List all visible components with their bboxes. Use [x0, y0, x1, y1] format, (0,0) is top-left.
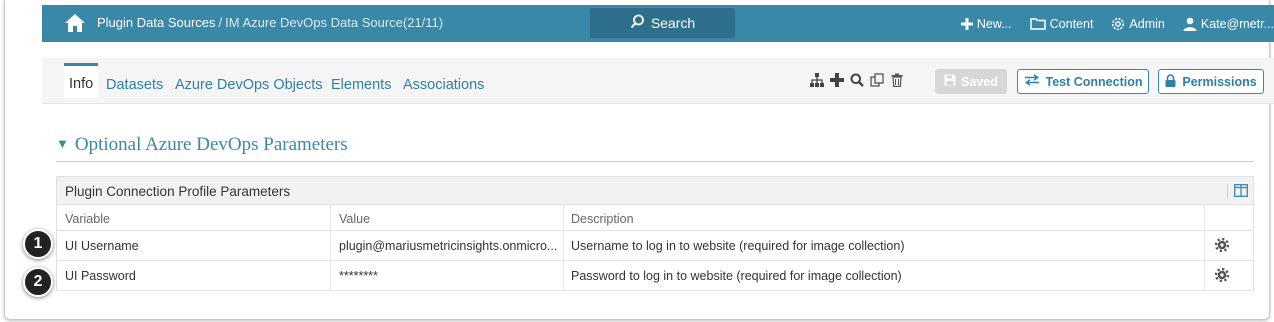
step-badge-1: 1 [23, 229, 53, 259]
search-button[interactable]: Search [590, 8, 735, 38]
section-header[interactable]: ▼ Optional Azure DevOps Parameters [56, 134, 348, 156]
permissions-button[interactable]: Permissions [1158, 69, 1264, 94]
tab-datasets[interactable]: Datasets [106, 77, 163, 93]
cell-value: plugin@mariusmetricinsights.onmicro... [339, 239, 558, 253]
breadcrumb-current: IM Azure DevOps Data Source(21/11) [225, 15, 444, 30]
table-row[interactable]: UI Password ******** Password to log in … [57, 261, 1253, 291]
cell-description: Password to log in to website (required … [571, 269, 902, 283]
admin-label: Admin [1129, 16, 1165, 31]
content-menu[interactable]: Content [1029, 16, 1094, 31]
tab-elements[interactable]: Elements [331, 77, 391, 93]
table-header: Variable Value Description [57, 205, 1253, 231]
test-connection-label: Test Connection [1045, 74, 1143, 89]
tab-azure-devops-objects[interactable]: Azure DevOps Objects [175, 77, 322, 93]
cell-value: ******** [339, 269, 378, 283]
admin-menu[interactable]: Admin [1111, 16, 1165, 31]
saved-label: Saved [961, 74, 998, 89]
search-label: Search [650, 15, 696, 31]
column-header-variable[interactable]: Variable [65, 212, 110, 226]
folder-icon [1029, 17, 1046, 30]
top-right-menu: New... Content Admin Kate@metr... [960, 5, 1274, 42]
exchange-icon [1024, 74, 1040, 89]
permissions-label: Permissions [1182, 74, 1257, 89]
test-connection-button[interactable]: Test Connection [1017, 69, 1149, 94]
cell-variable: UI Username [65, 239, 139, 253]
tab-info[interactable]: Info [64, 63, 99, 98]
hierarchy-icon[interactable] [810, 73, 824, 87]
new-menu[interactable]: New... [960, 16, 1012, 31]
section-title: Optional Azure DevOps Parameters [74, 134, 348, 155]
save-icon [944, 74, 956, 89]
column-header-description[interactable]: Description [571, 212, 634, 226]
cell-variable: UI Password [65, 269, 136, 283]
gear-icon[interactable] [1214, 237, 1230, 255]
gear-icon [1111, 17, 1125, 31]
tab-associations[interactable]: Associations [403, 77, 484, 93]
copy-icon[interactable] [870, 73, 884, 87]
panel-header: Plugin Connection Profile Parameters [57, 177, 1253, 205]
plus-icon [960, 17, 973, 30]
user-icon [1183, 17, 1197, 31]
step-badge-2: 2 [23, 267, 53, 297]
caret-down-icon: ▼ [56, 136, 69, 151]
column-header-value[interactable]: Value [339, 212, 370, 226]
breadcrumb-separator: / [218, 15, 223, 30]
plus-icon[interactable] [830, 73, 844, 87]
panel-title: Plugin Connection Profile Parameters [65, 184, 291, 199]
search-icon [630, 14, 645, 32]
user-menu[interactable]: Kate@metr... [1183, 17, 1274, 31]
parameters-panel: Plugin Connection Profile Parameters Var… [56, 176, 1254, 291]
lock-icon [1165, 73, 1176, 90]
new-label: New... [976, 16, 1012, 31]
saved-button[interactable]: Saved [935, 69, 1007, 94]
section-divider [56, 161, 1254, 162]
breadcrumb-link[interactable]: Plugin Data Sources [97, 15, 216, 30]
table-row[interactable]: UI Username plugin@mariusmetricinsights.… [57, 231, 1253, 261]
columns-icon[interactable] [1227, 184, 1248, 198]
gear-icon[interactable] [1214, 267, 1230, 285]
toolbar-icons [810, 73, 904, 88]
home-icon[interactable] [64, 13, 86, 33]
cell-description: Username to log in to website (required … [571, 239, 905, 253]
top-navbar: Plugin Data Sources / IM Azure DevOps Data… [42, 5, 1274, 42]
breadcrumb: Plugin Data Sources / IM Azure DevOps Data… [97, 15, 443, 30]
search-icon[interactable] [850, 73, 864, 87]
user-label: Kate@metr... [1200, 16, 1274, 31]
app-window: Plugin Data Sources / IM Azure DevOps Data… [0, 0, 1274, 322]
tab-bar: Info Datasets Azure DevOps Objects Eleme… [42, 58, 1274, 104]
trash-icon[interactable] [890, 73, 904, 88]
content-label: Content [1049, 16, 1094, 31]
